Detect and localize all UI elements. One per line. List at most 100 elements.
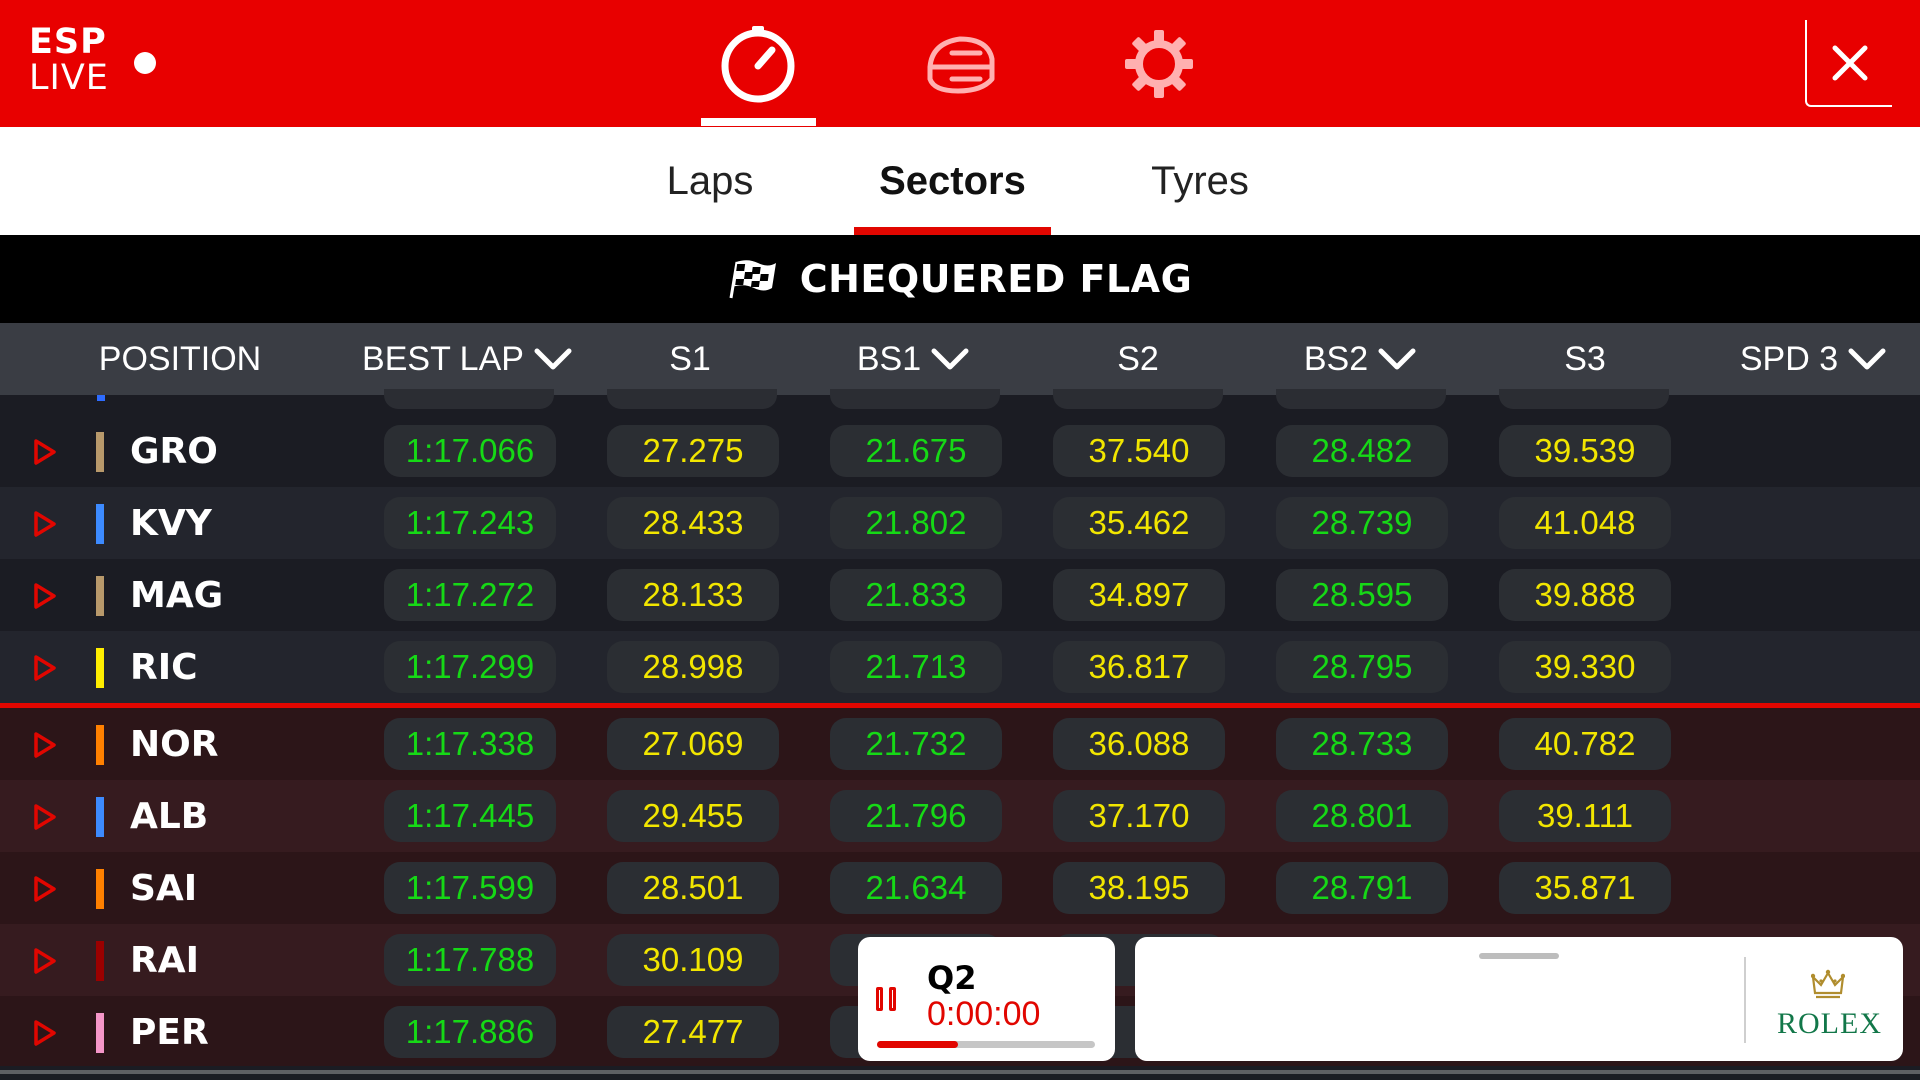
column-s3[interactable]: S3 [1515,323,1655,395]
column-s3-label: S3 [1564,339,1606,378]
driver-code: ALB [130,795,209,837]
cell-s1: 29.455 [607,790,779,842]
tab-sectors-label: Sectors [879,158,1026,203]
cell-bs2: 28.739 [1276,497,1448,549]
cell-best-lap: 1:17.272 [384,569,556,621]
logo-bottom-text: LIVE [29,58,109,98]
cell-s2: 35.462 [1053,497,1225,549]
live-indicator-dot [134,52,156,74]
expand-play-icon[interactable] [33,1019,57,1047]
chevron-down-icon [1378,347,1416,371]
cell-best-lap: 1:17.243 [384,497,556,549]
expand-play-icon[interactable] [33,654,57,682]
bottom-divider [0,1070,1920,1074]
gear-icon[interactable] [1117,22,1201,106]
chevron-down-icon [1848,347,1886,371]
tab-tyres-label: Tyres [1151,158,1249,203]
cell-s3: 39.330 [1499,641,1671,693]
drag-handle[interactable] [1479,953,1559,959]
expand-play-icon[interactable] [33,875,57,903]
cell-bs1: 21.634 [830,862,1002,914]
close-button[interactable] [1805,20,1892,107]
driver-code: KVY [130,502,212,544]
table-row[interactable]: MAG 1:17.272 28.133 21.833 34.897 28.595 39.88… [0,559,1920,631]
cell-s3: 39.111 [1499,790,1671,842]
tab-tyres[interactable]: Tyres [1110,127,1290,235]
tab-sectors[interactable]: Sectors [854,127,1051,235]
cell-best-lap: 1:17.066 [384,425,556,477]
column-position[interactable]: POSITION [80,323,280,395]
cell-s2: 38.195 [1053,862,1225,914]
column-s1[interactable]: S1 [620,323,760,395]
crown-icon [1811,969,1845,999]
cell-s3: 39.888 [1499,569,1671,621]
banner-text: CHEQUERED FLAG [799,257,1193,301]
expand-play-icon[interactable] [33,582,57,610]
expand-play-icon[interactable] [33,510,57,538]
driver-code: RAI [130,939,199,981]
table-row[interactable]: NOR 1:17.338 27.069 21.732 36.088 28.733 40.78… [0,708,1920,780]
cell-bs1: 21.713 [830,641,1002,693]
timer-icon[interactable] [716,22,800,106]
column-best-lap[interactable]: BEST LAP [357,323,577,395]
sub-tabs: Laps Sectors Tyres [0,127,1920,235]
session-progress-fill [877,1041,958,1048]
column-spd3-label: SPD 3 [1739,339,1839,378]
close-icon [1832,45,1867,80]
cell-bs1: 21.732 [830,718,1002,770]
cell-s3: 39.539 [1499,425,1671,477]
driver-code: RIC [130,646,198,688]
cell-bs2: 28.801 [1276,790,1448,842]
cell-s3: 40.782 [1499,718,1671,770]
table-row[interactable]: RIC 1:17.299 28.998 21.713 36.817 28.795 39.33… [0,631,1920,703]
car-icon[interactable] [918,22,1002,106]
app-logo: ESP LIVE [29,24,109,96]
chevron-down-icon [931,347,969,371]
cell-best-lap: 1:17.299 [384,641,556,693]
column-s1-label: S1 [669,339,711,378]
scrolled-row-remnant [0,389,1920,415]
sponsor-panel[interactable]: ROLEX [1135,937,1903,1061]
expand-play-icon[interactable] [33,438,57,466]
cell-best-lap: 1:17.338 [384,718,556,770]
elimination-divider [0,703,1920,708]
driver-code: SAI [130,867,198,909]
driver-code: PER [130,1011,209,1053]
cell-best-lap: 1:17.445 [384,790,556,842]
cell-s2: 36.088 [1053,718,1225,770]
driver-code: MAG [130,574,224,616]
driver-code: NOR [130,723,219,765]
cell-s3: 41.048 [1499,497,1671,549]
pause-icon [876,987,896,1011]
cell-bs2: 28.791 [1276,862,1448,914]
team-color-bar [96,797,104,837]
team-color-bar [96,648,104,688]
team-color-bar [96,432,104,472]
expand-play-icon[interactable] [33,803,57,831]
tab-laps-label: Laps [666,158,754,203]
column-s2[interactable]: S2 [1068,323,1208,395]
cell-s1: 28.433 [607,497,779,549]
chequered-flag-icon [729,260,776,299]
cell-s2: 36.817 [1053,641,1225,693]
column-header: POSITION BEST LAP S1 BS1 S2 BS2 S3 SPD 3 [0,323,1920,395]
column-bs2[interactable]: BS2 [1280,323,1440,395]
table-row[interactable]: ALB 1:17.445 29.455 21.796 37.170 28.801 39.11… [0,780,1920,852]
cell-bs2: 28.795 [1276,641,1448,693]
session-status-banner: CHEQUERED FLAG [0,235,1920,323]
table-row[interactable]: SAI 1:17.599 28.501 21.634 38.195 28.791 35.87… [0,852,1920,924]
cell-best-lap: 1:17.788 [384,934,556,986]
cell-s2: 37.170 [1053,790,1225,842]
tab-laps[interactable]: Laps [620,127,800,235]
column-spd3[interactable]: SPD 3 [1718,323,1908,395]
column-bs1[interactable]: BS1 [833,323,993,395]
table-row[interactable]: KVY 1:17.243 28.433 21.802 35.462 28.739 41.04… [0,487,1920,559]
chevron-down-icon [534,347,572,371]
logo-top-text: ESP [29,22,107,62]
table-row[interactable]: GRO 1:17.066 27.275 21.675 37.540 28.482 39.53… [0,415,1920,487]
expand-play-icon[interactable] [33,947,57,975]
cell-best-lap: 1:17.599 [384,862,556,914]
cell-s2: 34.897 [1053,569,1225,621]
session-clock-card[interactable]: Q2 0:00:00 [858,937,1115,1061]
expand-play-icon[interactable] [33,731,57,759]
